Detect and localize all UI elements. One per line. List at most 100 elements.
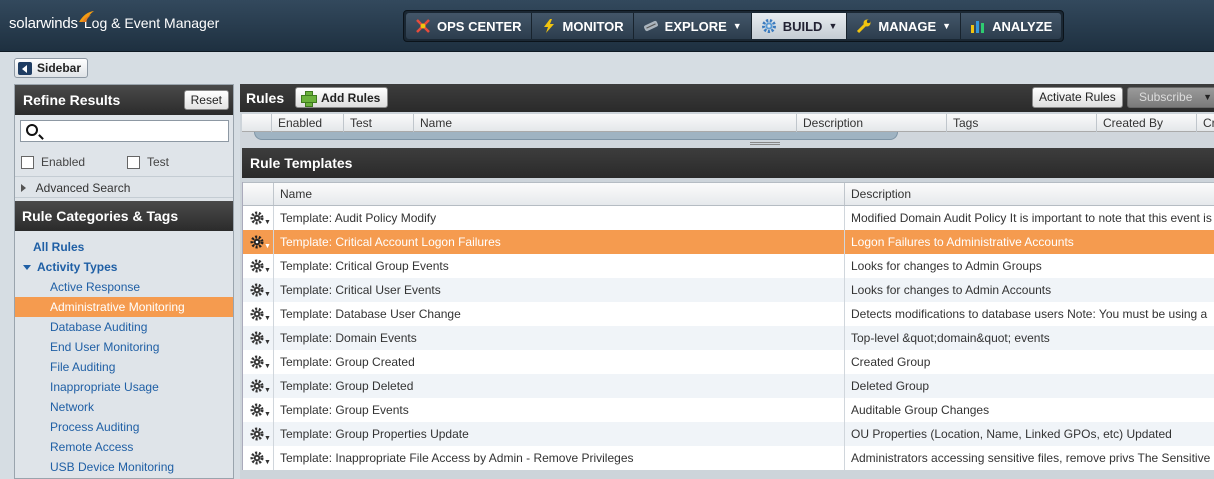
- rules-col-enabled[interactable]: Enabled: [272, 114, 344, 132]
- chevron-down-icon: ▼: [732, 21, 742, 31]
- category-item[interactable]: End User Monitoring: [15, 337, 233, 357]
- row-actions-cell[interactable]: ▼: [243, 398, 274, 422]
- filter-test[interactable]: Test: [127, 155, 169, 169]
- table-row[interactable]: ▼ Template: Critical Account Logon Failur…: [243, 230, 1214, 254]
- rules-col-test[interactable]: Test: [344, 114, 414, 132]
- gear-icon[interactable]: [250, 211, 264, 225]
- chevron-down-icon: ▼: [828, 21, 838, 31]
- category-item[interactable]: Network: [15, 397, 233, 417]
- nav-manage[interactable]: MANAGE ▼: [847, 13, 962, 39]
- product-name: Log & Event Manager: [83, 15, 220, 31]
- row-actions-cell[interactable]: ▼: [243, 446, 274, 470]
- row-name-cell: Template: Critical Account Logon Failure…: [274, 230, 845, 254]
- gear-icon[interactable]: [250, 427, 264, 441]
- search-input[interactable]: [20, 120, 229, 142]
- gear-icon[interactable]: [250, 259, 264, 273]
- gear-icon[interactable]: [250, 235, 264, 249]
- row-actions-cell[interactable]: ▼: [243, 350, 274, 374]
- panel-splitter[interactable]: [240, 132, 1214, 148]
- templates-col-name[interactable]: Name: [274, 183, 845, 205]
- nav-explore[interactable]: EXPLORE ▼: [633, 13, 752, 39]
- brand: solarwinds Log & Event Manager: [9, 11, 220, 32]
- rules-grid-header: Enabled Test Name Description Tags Creat…: [242, 114, 1214, 132]
- category-item[interactable]: Administrative Monitoring: [15, 297, 233, 317]
- ops-center-icon: [416, 19, 430, 33]
- category-all-rules[interactable]: All Rules: [15, 237, 233, 257]
- category-item[interactable]: Database Auditing: [15, 317, 233, 337]
- enabled-checkbox[interactable]: [21, 155, 34, 169]
- templates-grid-header: Name Description: [243, 182, 1214, 206]
- rules-col-tags[interactable]: Tags: [947, 114, 1097, 132]
- table-row[interactable]: ▼ Template: Domain Events Top-level &quot;…: [243, 326, 1214, 350]
- refine-title: Refine Results: [23, 92, 121, 108]
- chevron-down-icon: ▼: [264, 291, 271, 298]
- search-icon: [26, 124, 38, 136]
- row-actions-cell[interactable]: ▼: [243, 422, 274, 446]
- activate-rules-button[interactable]: Activate Rules: [1032, 87, 1123, 108]
- category-item[interactable]: Remote Access: [15, 437, 233, 457]
- categories-header: Rule Categories & Tags: [15, 201, 233, 231]
- bar-chart-icon: [971, 21, 985, 33]
- table-row[interactable]: ▼ Template: Critical User Events Looks for…: [243, 278, 1214, 302]
- category-item[interactable]: File Auditing: [15, 357, 233, 377]
- chevron-down-icon: ▼: [1203, 92, 1212, 102]
- row-actions-cell[interactable]: ▼: [243, 206, 274, 230]
- solarwinds-flame-icon: [79, 11, 94, 22]
- row-name-cell: Template: Group Created: [274, 350, 845, 374]
- category-activity-types[interactable]: Activity Types: [15, 257, 233, 277]
- gear-icon[interactable]: [250, 379, 264, 393]
- row-actions-cell[interactable]: ▼: [243, 302, 274, 326]
- templates-col-actions: [243, 183, 274, 205]
- row-actions-cell[interactable]: ▼: [243, 254, 274, 278]
- row-actions-cell[interactable]: ▼: [243, 326, 274, 350]
- rules-col-description[interactable]: Description: [797, 114, 947, 132]
- row-name-cell: Template: Critical Group Events: [274, 254, 845, 278]
- gear-icon[interactable]: [250, 307, 264, 321]
- row-actions-cell[interactable]: ▼: [243, 278, 274, 302]
- table-row[interactable]: ▼ Template: Group Events Auditable Group C…: [243, 398, 1214, 422]
- subscribe-label: Subscribe: [1139, 90, 1193, 104]
- row-name-cell: Template: Domain Events: [274, 326, 845, 350]
- add-rules-label: Add Rules: [321, 90, 381, 105]
- gear-icon[interactable]: [250, 331, 264, 345]
- reset-button[interactable]: Reset: [183, 90, 229, 110]
- chevron-down-icon: ▼: [264, 411, 271, 418]
- chevron-down-icon: ▼: [264, 435, 271, 442]
- table-row[interactable]: ▼ Template: Inappropriate File Access by …: [243, 446, 1214, 470]
- templates-grid: Name Description ▼ Template: Audit Policy…: [242, 182, 1214, 470]
- sidebar-toggle-button[interactable]: Sidebar: [14, 58, 89, 78]
- templates-col-description[interactable]: Description: [845, 183, 1214, 205]
- subscribe-button[interactable]: Subscribe ▼: [1127, 87, 1214, 108]
- nav-monitor[interactable]: MONITOR: [531, 13, 634, 39]
- gear-icon[interactable]: [250, 283, 264, 297]
- test-checkbox[interactable]: [127, 155, 140, 169]
- category-item[interactable]: Inappropriate Usage: [15, 377, 233, 397]
- category-item[interactable]: USB Device Monitoring: [15, 457, 233, 477]
- nav-ops-center[interactable]: OPS CENTER: [406, 13, 532, 39]
- table-row[interactable]: ▼ Template: Group Deleted Deleted Group: [243, 374, 1214, 398]
- splitter-grip-icon[interactable]: [750, 142, 780, 143]
- gear-icon[interactable]: [250, 355, 264, 369]
- category-item[interactable]: Process Auditing: [15, 417, 233, 437]
- nav-analyze[interactable]: ANALYZE: [961, 13, 1062, 39]
- nav-build[interactable]: BUILD ▼: [751, 13, 848, 39]
- row-actions-cell[interactable]: ▼: [243, 374, 274, 398]
- table-row[interactable]: ▼ Template: Group Created Created Group: [243, 350, 1214, 374]
- gear-icon[interactable]: [250, 451, 264, 465]
- scrollbar[interactable]: [254, 132, 898, 140]
- table-row[interactable]: ▼ Template: Group Properties Update OU Pro…: [243, 422, 1214, 446]
- filter-enabled[interactable]: Enabled: [21, 155, 85, 169]
- add-rules-button[interactable]: Add Rules: [295, 87, 389, 108]
- main-panel: Rules Add Rules Activate Rules Subscribe…: [240, 84, 1214, 479]
- rules-col-created-by[interactable]: Created By: [1097, 114, 1197, 132]
- rules-col-created[interactable]: Cr: [1197, 114, 1214, 132]
- row-actions-cell[interactable]: ▼: [243, 230, 274, 254]
- chevron-down-icon: ▼: [264, 243, 271, 250]
- category-item[interactable]: Active Response: [15, 277, 233, 297]
- table-row[interactable]: ▼ Template: Critical Group Events Looks fo…: [243, 254, 1214, 278]
- advanced-search-toggle[interactable]: Advanced Search: [15, 176, 233, 198]
- rules-col-name[interactable]: Name: [414, 114, 797, 132]
- table-row[interactable]: ▼ Template: Database User Change Detects m…: [243, 302, 1214, 326]
- gear-icon[interactable]: [250, 403, 264, 417]
- table-row[interactable]: ▼ Template: Audit Policy Modify Modified D…: [243, 206, 1214, 230]
